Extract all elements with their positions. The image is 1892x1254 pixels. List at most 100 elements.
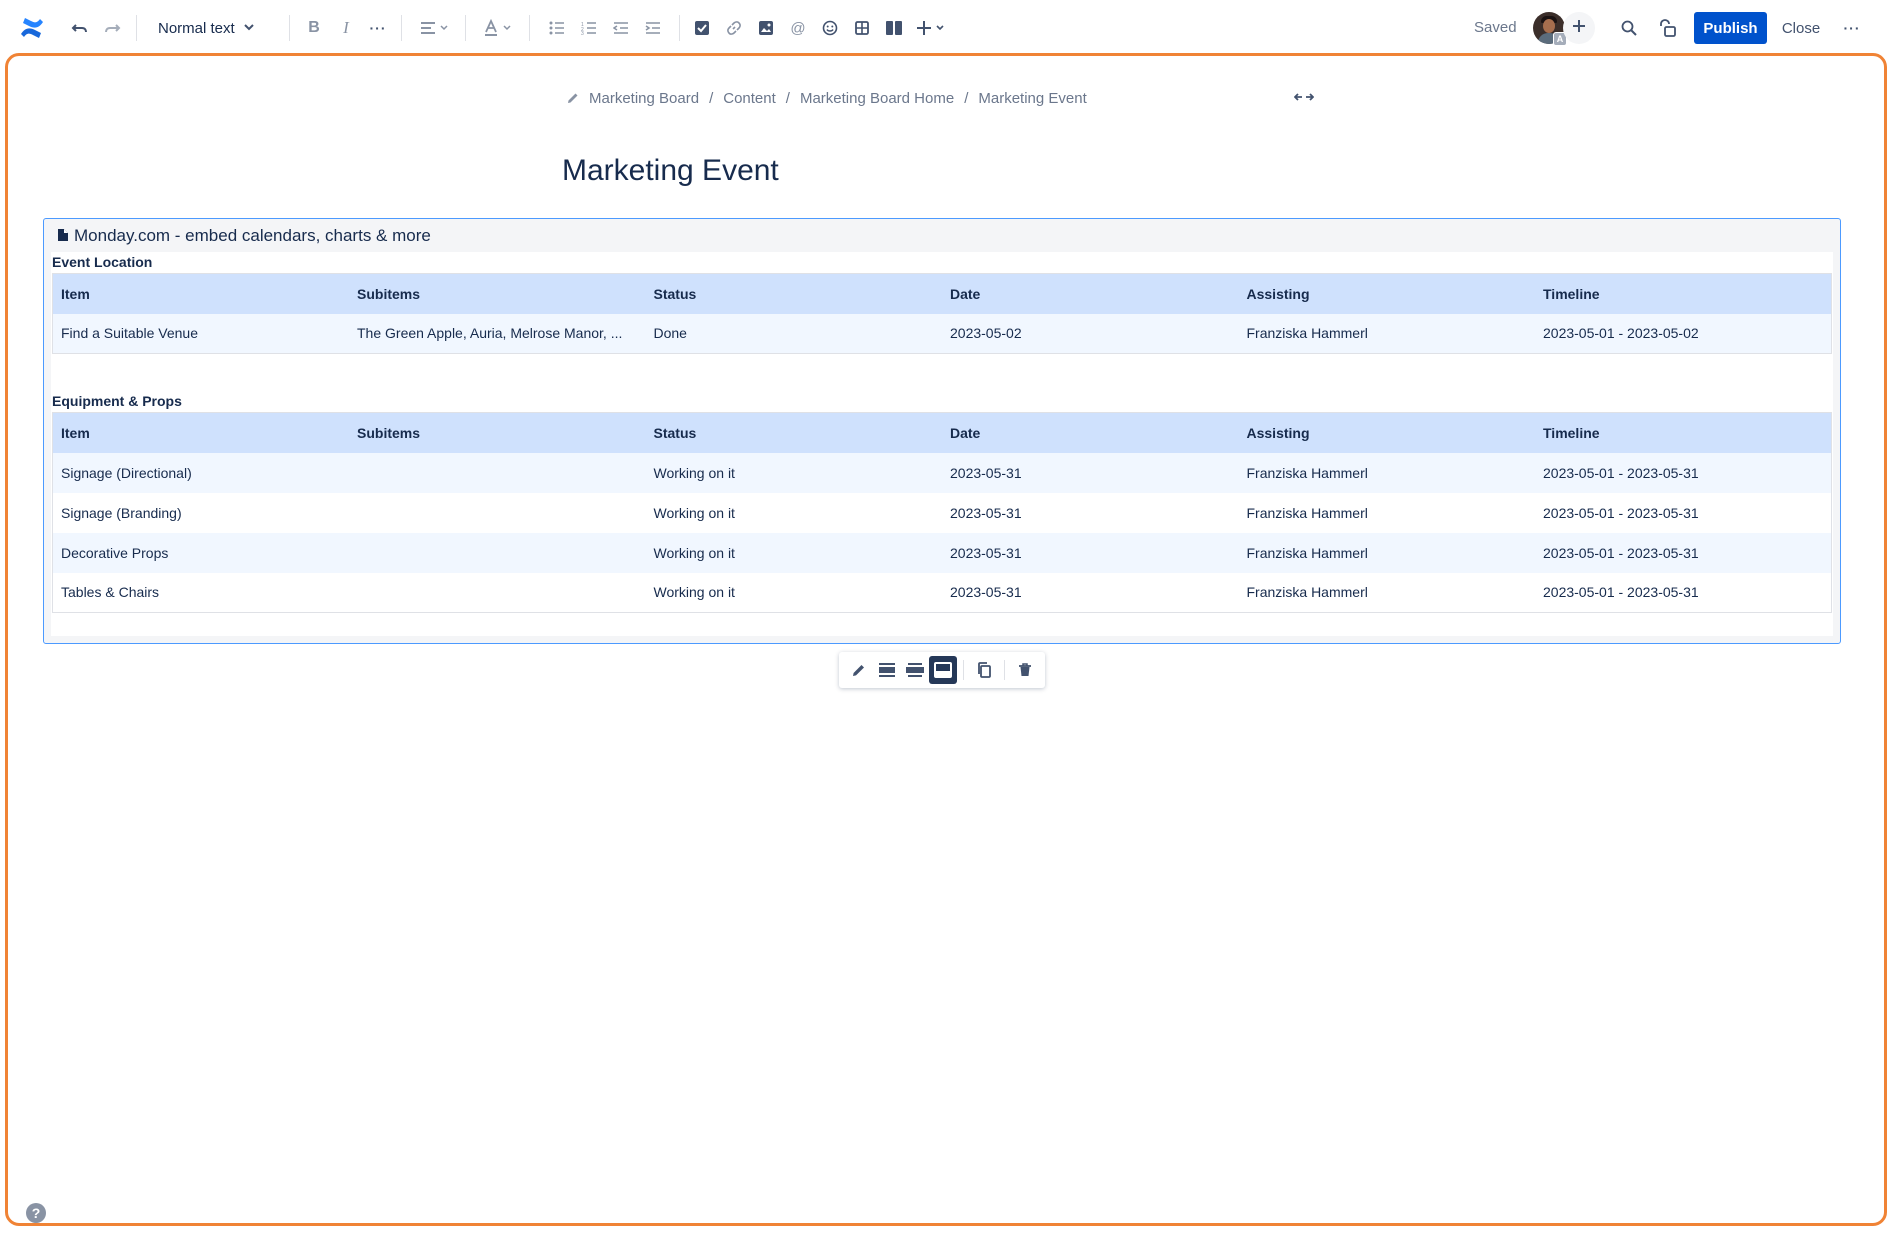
column-header: Item bbox=[52, 412, 349, 453]
svg-text:3: 3 bbox=[581, 31, 584, 35]
copy-icon[interactable] bbox=[970, 656, 998, 684]
align-full-width-icon[interactable] bbox=[929, 656, 957, 684]
toolbar-divider bbox=[136, 15, 137, 41]
table-cell: 2023-05-01 - 2023-05-31 bbox=[1535, 492, 1832, 533]
column-header: Date bbox=[942, 273, 1239, 314]
editor-toolbar: Normal text B I ··· 123 @ Saved A Publis… bbox=[0, 0, 1892, 54]
text-style-label: Normal text bbox=[158, 19, 235, 37]
column-header: Date bbox=[942, 412, 1239, 453]
link-icon[interactable] bbox=[722, 12, 746, 44]
table-icon[interactable] bbox=[850, 12, 874, 44]
align-wide-icon[interactable] bbox=[901, 656, 929, 684]
text-style-dropdown[interactable]: Normal text bbox=[158, 12, 255, 44]
pencil-icon bbox=[567, 92, 579, 104]
task-icon[interactable] bbox=[690, 12, 714, 44]
delete-icon[interactable] bbox=[1011, 656, 1039, 684]
indent-icon[interactable] bbox=[641, 12, 665, 44]
outdent-icon[interactable] bbox=[609, 12, 633, 44]
table-cell: 2023-05-01 - 2023-05-31 bbox=[1535, 572, 1832, 613]
table-row: Signage (Directional) Working on it 2023… bbox=[52, 452, 1832, 493]
table-cell: 2023-05-01 - 2023-05-31 bbox=[1535, 532, 1832, 573]
table-cell: Tables & Chairs bbox=[52, 572, 349, 613]
table-cell: 2023-05-31 bbox=[942, 572, 1239, 613]
more-icon[interactable]: ··· bbox=[1840, 12, 1864, 44]
page-title[interactable]: Marketing Event bbox=[562, 154, 779, 188]
search-icon[interactable] bbox=[1617, 12, 1641, 44]
macro-body: Event Location Item Subitems Status Date… bbox=[51, 252, 1833, 636]
section-title: Equipment & Props bbox=[52, 393, 182, 409]
column-header: Timeline bbox=[1535, 412, 1832, 453]
help-button[interactable]: ? bbox=[26, 1203, 46, 1223]
column-header: Status bbox=[645, 273, 942, 314]
confluence-logo-icon[interactable] bbox=[18, 12, 46, 44]
bold-icon[interactable]: B bbox=[302, 12, 326, 44]
column-header: Subitems bbox=[349, 412, 646, 453]
insert-plus-icon[interactable] bbox=[914, 12, 950, 44]
table-cell bbox=[349, 492, 646, 533]
breadcrumb-separator: / bbox=[785, 89, 790, 107]
align-inline-icon[interactable] bbox=[873, 656, 901, 684]
table-cell: Signage (Directional) bbox=[52, 452, 349, 493]
redo-icon[interactable] bbox=[100, 12, 124, 44]
close-button[interactable]: Close bbox=[1776, 12, 1826, 44]
emoji-icon[interactable] bbox=[818, 12, 842, 44]
full-width-toggle[interactable] bbox=[1292, 88, 1316, 108]
table-cell: The Green Apple, Auria, Melrose Manor, .… bbox=[349, 313, 646, 354]
table-cell: 2023-05-02 bbox=[942, 313, 1239, 354]
undo-icon[interactable] bbox=[68, 12, 92, 44]
breadcrumb-item-space[interactable]: Marketing Board bbox=[589, 90, 699, 107]
toolbar-divider bbox=[529, 15, 530, 41]
table-cell: Working on it bbox=[645, 492, 942, 533]
breadcrumb-separator: / bbox=[964, 89, 969, 107]
more-formatting-icon[interactable]: ··· bbox=[366, 12, 390, 44]
table-cell: Working on it bbox=[645, 532, 942, 573]
align-icon[interactable] bbox=[416, 12, 452, 44]
italic-icon[interactable]: I bbox=[334, 12, 358, 44]
table-cell: Franziska Hammerl bbox=[1238, 452, 1535, 493]
table-cell: 2023-05-31 bbox=[942, 452, 1239, 493]
event-location-table: Item Subitems Status Date Assisting Time… bbox=[52, 273, 1832, 354]
table-cell: Working on it bbox=[645, 452, 942, 493]
table-cell: Working on it bbox=[645, 572, 942, 613]
macro-floating-toolbar bbox=[839, 652, 1045, 688]
document-icon bbox=[58, 226, 68, 246]
plus-icon bbox=[1572, 19, 1586, 38]
column-header: Status bbox=[645, 412, 942, 453]
table-cell: Decorative Props bbox=[52, 532, 349, 573]
column-header: Subitems bbox=[349, 273, 646, 314]
table-cell bbox=[349, 572, 646, 613]
layout-icon[interactable] bbox=[882, 12, 906, 44]
table-cell bbox=[349, 532, 646, 573]
numbered-list-icon[interactable]: 123 bbox=[577, 12, 601, 44]
table-cell: 2023-05-01 - 2023-05-31 bbox=[1535, 452, 1832, 493]
breadcrumb-item-content[interactable]: Content bbox=[723, 90, 776, 107]
table-row: Find a Suitable Venue The Green Apple, A… bbox=[52, 313, 1832, 354]
edit-macro-icon[interactable] bbox=[845, 656, 873, 684]
table-cell: Find a Suitable Venue bbox=[52, 313, 349, 354]
mention-icon[interactable]: @ bbox=[786, 12, 810, 44]
column-header: Timeline bbox=[1535, 273, 1832, 314]
breadcrumb-item-home[interactable]: Marketing Board Home bbox=[800, 90, 954, 107]
table-header-row: Item Subitems Status Date Assisting Time… bbox=[52, 412, 1832, 453]
text-color-icon[interactable] bbox=[480, 12, 516, 44]
monday-embed-macro[interactable]: Monday.com - embed calendars, charts & m… bbox=[43, 218, 1841, 644]
bullet-list-icon[interactable] bbox=[545, 12, 569, 44]
table-row: Decorative Props Working on it 2023-05-3… bbox=[52, 532, 1832, 573]
table-row: Signage (Branding) Working on it 2023-05… bbox=[52, 492, 1832, 533]
save-status: Saved bbox=[1474, 19, 1517, 36]
macro-header: Monday.com - embed calendars, charts & m… bbox=[58, 225, 431, 247]
publish-button[interactable]: Publish bbox=[1694, 12, 1767, 44]
chevron-down-icon bbox=[243, 20, 255, 37]
table-row: Tables & Chairs Working on it 2023-05-31… bbox=[52, 572, 1832, 613]
breadcrumb-item-current[interactable]: Marketing Event bbox=[978, 90, 1086, 107]
toolbar-divider bbox=[401, 15, 402, 41]
image-icon[interactable] bbox=[754, 12, 778, 44]
table-cell: Franziska Hammerl bbox=[1238, 572, 1535, 613]
macro-title: Monday.com - embed calendars, charts & m… bbox=[74, 226, 431, 245]
toolbar-divider bbox=[289, 15, 290, 41]
invite-button[interactable] bbox=[1563, 12, 1595, 44]
table-cell: Franziska Hammerl bbox=[1238, 492, 1535, 533]
table-cell: Franziska Hammerl bbox=[1238, 532, 1535, 573]
breadcrumb: Marketing Board / Content / Marketing Bo… bbox=[567, 88, 1087, 108]
restrictions-icon[interactable] bbox=[1655, 12, 1679, 44]
